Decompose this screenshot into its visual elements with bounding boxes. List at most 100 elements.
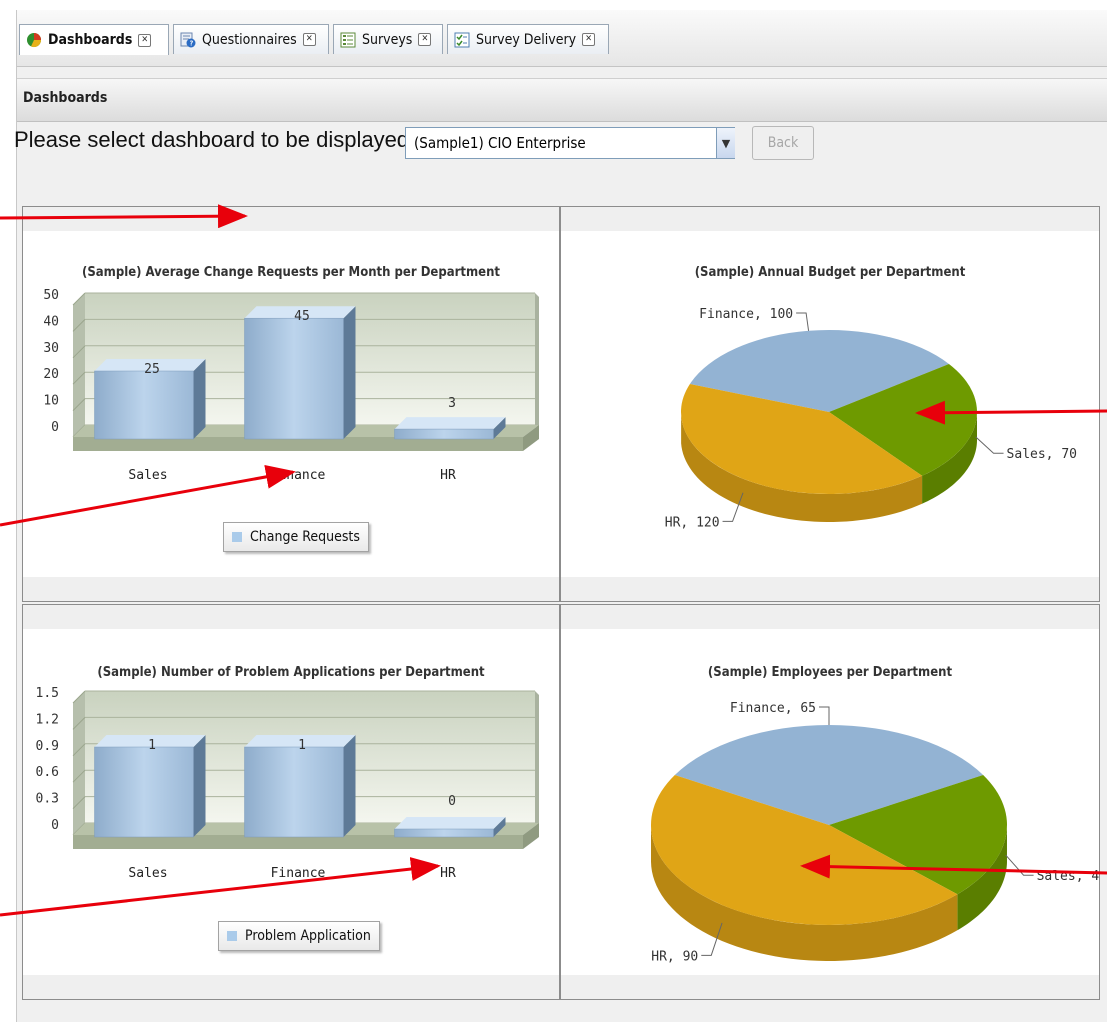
- svg-text:?: ?: [189, 39, 193, 47]
- bar-side: [343, 735, 356, 837]
- data-label: 1: [298, 738, 306, 753]
- chevron-down-icon[interactable]: ▼: [716, 128, 735, 158]
- data-label: 3: [448, 396, 456, 411]
- surveys-icon: [340, 32, 356, 48]
- y-tick-label: 0.6: [36, 765, 59, 780]
- panel-header: [561, 207, 1099, 231]
- chart-side-wall: [73, 293, 85, 437]
- pie-slice-label: Finance, 65: [730, 701, 816, 716]
- pie-leader-line: [796, 312, 810, 331]
- chart-title: (Sample) Annual Budget per Department: [694, 265, 966, 280]
- chart-title: (Sample) Number of Problem Applications …: [97, 665, 485, 680]
- tab-questionnaires-label: Questionnaires: [202, 31, 297, 48]
- legend-swatch: [232, 532, 242, 542]
- panel-header: [561, 605, 1099, 629]
- pie-slice-label: HR, 90: [651, 949, 698, 964]
- y-tick-label: 0: [51, 818, 59, 833]
- x-tick-label: Finance: [271, 468, 326, 483]
- y-tick-label: 0.9: [36, 739, 59, 754]
- survey-delivery-icon: [454, 32, 470, 48]
- x-tick-label: Sales: [128, 468, 167, 483]
- bar-top: [394, 817, 506, 829]
- pie-slice-label: HR, 120: [665, 515, 720, 530]
- bar-chart-problem-applications: 0 0.3 0.6 0.9 1.2 1.5 1 Sales 1 Finance 0 HR: [36, 686, 539, 881]
- tab-dashboards-label: Dashboards: [48, 32, 133, 48]
- bar: [244, 317, 344, 440]
- pie-chart-employees: Finance, 65 Sales, 40 HR, 90: [651, 701, 1099, 964]
- chart-title: (Sample) Average Change Requests per Mon…: [81, 265, 501, 280]
- tab-questionnaires[interactable]: ? Questionnaires ✕: [173, 24, 329, 54]
- bar-side: [193, 359, 206, 439]
- chart-wall-edge: [535, 691, 539, 827]
- x-tick-label: Sales: [128, 866, 167, 881]
- x-tick-label: HR: [440, 468, 456, 483]
- panel-footer: [561, 577, 1099, 601]
- y-tick-label: 50: [43, 288, 59, 303]
- tab-dashboards[interactable]: Dashboards ✕: [19, 24, 169, 55]
- tab-surveys[interactable]: Surveys ✕: [333, 24, 443, 54]
- chart-wall-edge: [535, 293, 539, 429]
- legend-swatch: [227, 931, 237, 941]
- chart-title: (Sample) Employees per Department: [707, 665, 953, 680]
- bar: [94, 370, 194, 440]
- y-tick-label: 30: [43, 341, 59, 356]
- questionnaire-icon: ?: [180, 32, 196, 48]
- bar: [394, 828, 494, 838]
- pie-leader-line: [819, 706, 830, 725]
- data-label: 45: [294, 309, 310, 324]
- dashboard-select-value: (Sample1) CIO Enterprise: [414, 134, 586, 152]
- y-tick-label: 0.3: [36, 792, 59, 807]
- pie-slice-label: Finance, 100: [699, 307, 793, 322]
- bar: [244, 746, 344, 838]
- pie-slice-label: Sales, 40: [1037, 869, 1099, 884]
- bar: [394, 428, 494, 440]
- dashboard-select-label: Please select dashboard to be displayed: [14, 127, 410, 152]
- panel-header: [23, 605, 559, 629]
- x-tick-label: Finance: [271, 866, 326, 881]
- tab-survey-delivery-label: Survey Delivery: [476, 31, 577, 48]
- pie-leader-line: [1005, 854, 1034, 876]
- pie-slice-label: Sales, 70: [1007, 447, 1077, 462]
- pie-leader-line: [975, 436, 1004, 454]
- data-label: 0: [448, 794, 456, 809]
- back-button[interactable]: Back: [752, 126, 814, 160]
- panel-footer: [23, 975, 559, 999]
- bar-side: [343, 306, 356, 439]
- y-tick-label: 40: [43, 314, 59, 329]
- panel-footer: [23, 577, 559, 601]
- y-tick-label: 1.2: [36, 712, 59, 727]
- chart-legend: Change Requests: [223, 522, 369, 552]
- x-tick-label: HR: [440, 866, 456, 881]
- close-icon[interactable]: ✕: [302, 33, 316, 46]
- panel-footer: [561, 975, 1099, 999]
- bar-side: [193, 735, 206, 837]
- close-icon[interactable]: ✕: [138, 33, 152, 47]
- dashboard-icon: [26, 32, 42, 48]
- bar-chart-change-requests: 0 10 20 30 40 50 25 Sales 45 Finance 3 HR: [43, 288, 539, 483]
- section-header: Dashboards: [17, 78, 1107, 122]
- chart-panel-employees: (Sample) Employees per Department Financ…: [560, 604, 1100, 1000]
- chart-panel-change-requests: (Sample) Average Change Requests per Mon…: [22, 206, 560, 602]
- bar: [94, 746, 194, 838]
- tab-strip: Dashboards ✕ ? Questionnaires ✕ Surveys …: [17, 10, 1107, 67]
- chart-panel-problem-applications: (Sample) Number of Problem Applications …: [22, 604, 560, 1000]
- panel-header: [23, 207, 559, 231]
- y-tick-label: 1.5: [36, 686, 59, 701]
- pie-chart-annual-budget: Finance, 100 Sales, 70 HR, 120: [665, 307, 1077, 530]
- tab-surveys-label: Surveys: [362, 31, 413, 48]
- bar-top: [394, 417, 506, 430]
- y-tick-label: 20: [43, 367, 59, 382]
- data-label: 1: [148, 738, 156, 753]
- tab-survey-delivery[interactable]: Survey Delivery ✕: [447, 24, 609, 54]
- close-icon[interactable]: ✕: [418, 33, 432, 46]
- legend-label: Change Requests: [250, 529, 360, 545]
- section-title: Dashboards: [23, 90, 108, 106]
- y-tick-label: 10: [43, 394, 59, 409]
- close-icon[interactable]: ✕: [582, 33, 596, 46]
- chart-panel-annual-budget: (Sample) Annual Budget per Department Fi…: [560, 206, 1100, 602]
- legend-label: Problem Application: [245, 928, 371, 944]
- data-label: 25: [144, 362, 160, 377]
- y-tick-label: 0: [51, 420, 59, 435]
- dashboard-select[interactable]: (Sample1) CIO Enterprise: [405, 127, 735, 159]
- chart-side-wall: [73, 691, 85, 835]
